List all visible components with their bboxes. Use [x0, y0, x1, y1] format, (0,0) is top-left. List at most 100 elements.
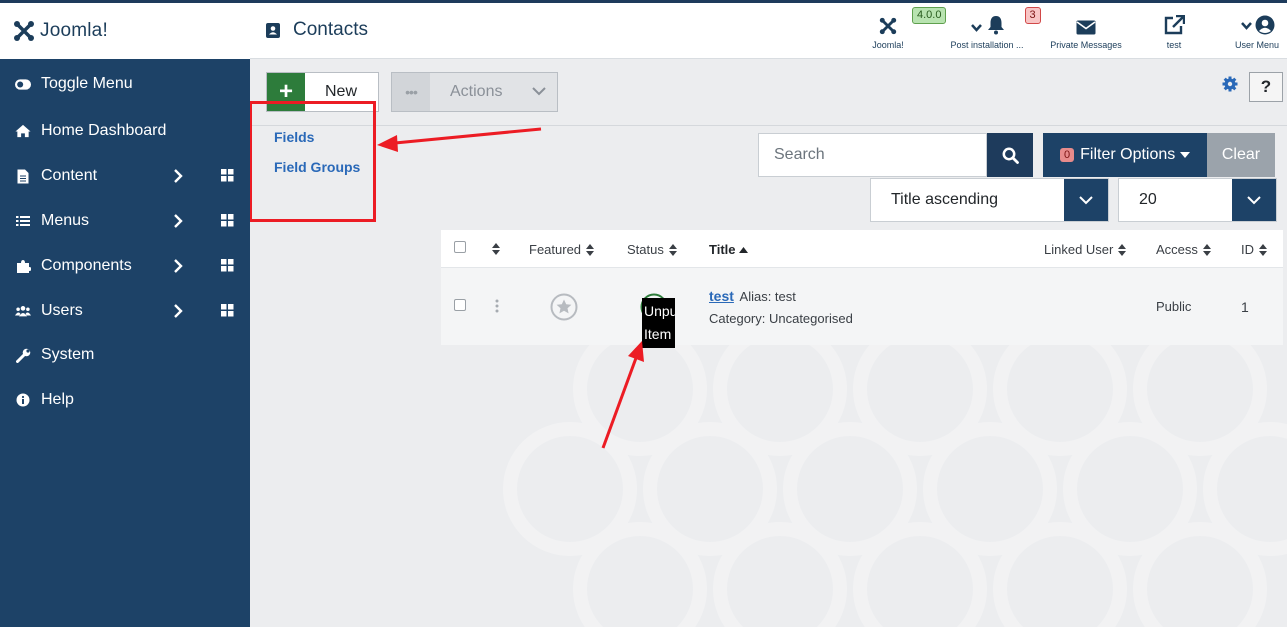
ordering-select[interactable]: Title ascending	[870, 178, 1109, 222]
select-caret	[1064, 179, 1108, 221]
sort-icon	[668, 243, 677, 256]
joomla-icon	[879, 17, 897, 35]
sidebar-item-label: Content	[41, 167, 98, 184]
clear-button[interactable]: Clear	[1207, 133, 1275, 177]
actions-button-label: Actions	[450, 83, 503, 100]
chevron-down-icon	[532, 87, 546, 96]
filter-options-label: Filter Options	[1080, 146, 1176, 163]
sidebar-item-label: Menus	[41, 212, 90, 229]
select-all-checkbox[interactable]	[454, 241, 466, 253]
list-icon	[15, 213, 31, 229]
header-user-menu[interactable]: User Menu	[1233, 9, 1281, 57]
help-button[interactable]: ?	[1249, 72, 1283, 102]
actions-button[interactable]: ••• Actions	[391, 72, 558, 112]
sidebar-item-components[interactable]: Components	[0, 248, 250, 284]
sidebar-item-label: Help	[41, 391, 74, 408]
contacts-table: Featured Status Title Linked User Access…	[441, 230, 1283, 348]
sidebar-item-home-dashboard[interactable]: Home Dashboard	[0, 113, 250, 149]
chevron-right-icon[interactable]	[173, 303, 183, 319]
sort-icon[interactable]	[492, 243, 500, 255]
column-header-featured[interactable]: Featured	[529, 242, 595, 257]
sidebar-item-label: Toggle Menu	[41, 75, 133, 92]
header-joomla-version[interactable]: 4.0.0 Joomla!	[866, 7, 947, 57]
tooltip-line: Unpublish	[644, 303, 675, 319]
column-header-id[interactable]: ID	[1241, 242, 1267, 257]
contact-alias: Alias: test	[739, 289, 796, 304]
header-item-label: test	[1166, 40, 1182, 50]
brand-logo[interactable]: Joomla!	[0, 3, 250, 59]
search-button[interactable]	[987, 133, 1033, 177]
sidebar-item-users[interactable]: Users	[0, 293, 250, 329]
chevron-down-icon	[970, 24, 982, 32]
column-header-label: Featured	[529, 242, 582, 257]
puzzle-icon	[15, 258, 31, 274]
dashboard-grid-icon[interactable]	[221, 259, 234, 272]
id-cell: 1	[1241, 299, 1249, 315]
sidebar-item-label: Users	[41, 302, 83, 319]
title-cell: test Alias: test	[709, 288, 796, 304]
sort-ascending-icon	[738, 246, 748, 253]
header-item-label: Private Messages	[1050, 40, 1122, 50]
header-item-label: Post installation ...	[950, 40, 1024, 50]
sidebar-item-label: System	[41, 346, 95, 363]
column-header-access[interactable]: Access	[1156, 242, 1211, 257]
filter-options-button[interactable]: 0 Filter Options	[1043, 133, 1207, 177]
header-private-messages[interactable]: Private Messages	[1048, 9, 1124, 57]
featured-star-icon[interactable]	[550, 293, 578, 321]
sidebar-item-label: Home Dashboard	[41, 122, 167, 139]
dashboard-grid-icon[interactable]	[221, 304, 234, 317]
external-link-icon	[1164, 15, 1185, 35]
search-icon	[1002, 147, 1019, 164]
gear-icon[interactable]	[1222, 76, 1238, 92]
annotation-highlight-box	[250, 101, 376, 222]
contact-title-link[interactable]: test	[709, 288, 734, 304]
table-row: Unpublish Item test Alias: test Category…	[441, 268, 1283, 348]
column-header-title[interactable]: Title	[709, 242, 748, 257]
column-header-label: Linked User	[1044, 242, 1114, 257]
sidebar: Toggle Menu Home Dashboard Content Menus…	[0, 59, 250, 627]
chevron-down-icon	[1247, 196, 1261, 205]
dashboard-grid-icon[interactable]	[221, 214, 234, 227]
sidebar-item-toggle-menu[interactable]: Toggle Menu	[0, 66, 250, 102]
limit-select-value: 20	[1139, 191, 1157, 208]
column-header-label: ID	[1241, 242, 1254, 257]
sidebar-item-content[interactable]: Content	[0, 158, 250, 194]
column-header-status[interactable]: Status	[627, 242, 677, 257]
header-post-installation[interactable]: 3 Post installation ...	[948, 7, 1041, 57]
row-checkbox[interactable]	[454, 299, 466, 311]
toggle-icon	[15, 76, 31, 92]
new-button-label: New	[325, 83, 358, 100]
column-header-label: Status	[627, 242, 664, 257]
status-tooltip: Unpublish Item	[642, 298, 675, 348]
sidebar-item-system[interactable]: System	[0, 337, 250, 373]
select-caret	[1232, 179, 1276, 221]
column-header-label: Access	[1156, 242, 1198, 257]
chevron-down-icon	[1240, 22, 1252, 30]
toolbar: + New ••• Actions ?	[250, 59, 1287, 126]
chevron-right-icon[interactable]	[173, 258, 183, 274]
access-cell: Public	[1156, 299, 1192, 314]
chevron-right-icon[interactable]	[173, 168, 183, 184]
drag-handle-icon[interactable]	[495, 299, 499, 313]
dashboard-grid-icon[interactable]	[221, 169, 234, 182]
ellipsis-icon: •••	[392, 73, 430, 111]
user-circle-icon	[1255, 15, 1274, 35]
sidebar-item-help[interactable]: Help	[0, 382, 250, 418]
page-heading: Contacts	[265, 19, 368, 41]
header-item-label: Joomla!	[872, 40, 904, 50]
header-site-link[interactable]: test	[1156, 9, 1192, 57]
chevron-down-icon	[1079, 196, 1093, 205]
version-badge: 4.0.0	[912, 7, 947, 24]
chevron-right-icon[interactable]	[173, 213, 183, 229]
ordering-select-value: Title ascending	[891, 191, 999, 208]
notification-badge: 3	[1024, 7, 1041, 24]
bell-icon	[987, 16, 1004, 35]
sidebar-item-menus[interactable]: Menus	[0, 203, 250, 239]
tooltip-line: Item	[644, 326, 672, 342]
header-item-label: User Menu	[1234, 40, 1279, 50]
limit-select[interactable]: 20	[1118, 178, 1277, 222]
wrench-icon	[15, 347, 31, 363]
sort-icon	[1202, 243, 1211, 256]
search-input[interactable]: Search	[758, 133, 987, 177]
column-header-linked-user[interactable]: Linked User	[1044, 242, 1127, 257]
